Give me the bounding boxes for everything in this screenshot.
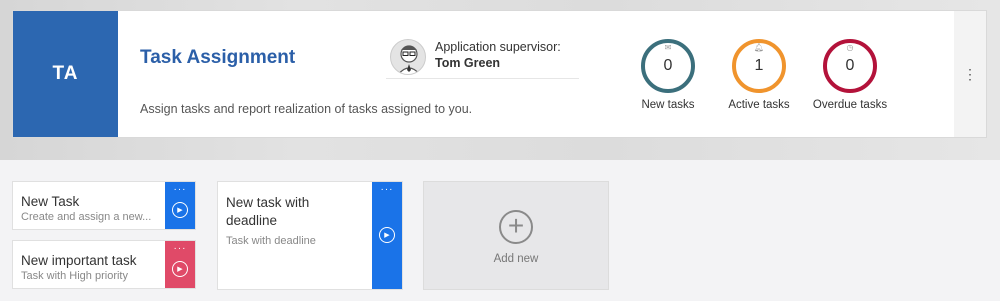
bell-icon: 🔔︎ bbox=[753, 43, 765, 52]
tile-title: New important task bbox=[21, 253, 137, 268]
stat-value: 0 bbox=[663, 57, 673, 74]
app-description: Assign tasks and report realization of t… bbox=[140, 102, 473, 116]
play-icon[interactable]: ▶ bbox=[172, 202, 188, 218]
stat-ring: 🔔︎ 1 bbox=[732, 39, 786, 93]
stat-ring: ✉ 0 bbox=[641, 39, 695, 93]
app-avatar: TA bbox=[13, 11, 118, 137]
supervisor-label: Application supervisor: bbox=[435, 40, 561, 54]
tile-new-task[interactable]: New Task Create and assign a new... ··· … bbox=[12, 181, 196, 230]
stat-ring: ◷ 0 bbox=[823, 39, 877, 93]
tile-action-strip: ··· ▶ bbox=[372, 182, 402, 289]
tile-action-strip: ··· ▶ bbox=[165, 182, 195, 229]
more-menu-button[interactable]: ⋮ bbox=[954, 11, 986, 137]
app-header-card: TA Task Assignment Application superviso… bbox=[12, 10, 987, 138]
tile-title: New task with deadline bbox=[226, 195, 310, 228]
stat-label: Overdue tasks bbox=[812, 99, 888, 111]
app-title[interactable]: Task Assignment bbox=[140, 47, 295, 69]
tile-subtitle: Task with High priority bbox=[21, 270, 128, 282]
supervisor-avatar bbox=[390, 39, 426, 75]
stat-label: Active tasks bbox=[728, 99, 790, 111]
more-dots-icon[interactable]: ··· bbox=[174, 184, 187, 195]
play-icon[interactable]: ▶ bbox=[379, 227, 395, 243]
tile-action-strip: ··· ▶ bbox=[165, 241, 195, 288]
play-icon[interactable]: ▶ bbox=[172, 261, 188, 277]
stat-value: 0 bbox=[845, 57, 855, 74]
app-initials: TA bbox=[52, 63, 79, 84]
kebab-icon: ⋮ bbox=[963, 65, 977, 82]
tile-subtitle: Create and assign a new... bbox=[21, 211, 152, 223]
person-icon bbox=[397, 45, 421, 74]
more-dots-icon[interactable]: ··· bbox=[174, 243, 187, 254]
tile-new-task-with-deadline[interactable]: New task with deadline Task with deadlin… bbox=[217, 181, 403, 290]
supervisor-name[interactable]: Tom Green bbox=[435, 56, 500, 70]
more-dots-icon[interactable]: ··· bbox=[381, 184, 394, 195]
plus-icon: + bbox=[499, 210, 533, 244]
add-new-tile[interactable]: + Add new bbox=[423, 181, 609, 290]
app-info: Task Assignment Application supervisor: … bbox=[118, 11, 986, 137]
stat-value: 1 bbox=[754, 57, 764, 74]
tile-new-important-task[interactable]: New important task Task with High priori… bbox=[12, 240, 196, 289]
stat-active-tasks[interactable]: 🔔︎ 1 Active tasks bbox=[719, 39, 799, 111]
tile-subtitle: Task with deadline bbox=[226, 235, 316, 247]
stat-new-tasks[interactable]: ✉ 0 New tasks bbox=[628, 39, 708, 111]
envelope-icon: ✉ bbox=[664, 43, 672, 52]
stat-label: New tasks bbox=[641, 99, 695, 111]
clock-icon: ◷ bbox=[846, 43, 854, 52]
stat-overdue-tasks[interactable]: ◷ 0 Overdue tasks bbox=[810, 39, 890, 111]
add-new-label: Add new bbox=[493, 253, 539, 265]
divider bbox=[386, 78, 579, 79]
tile-title: New Task bbox=[21, 194, 80, 209]
